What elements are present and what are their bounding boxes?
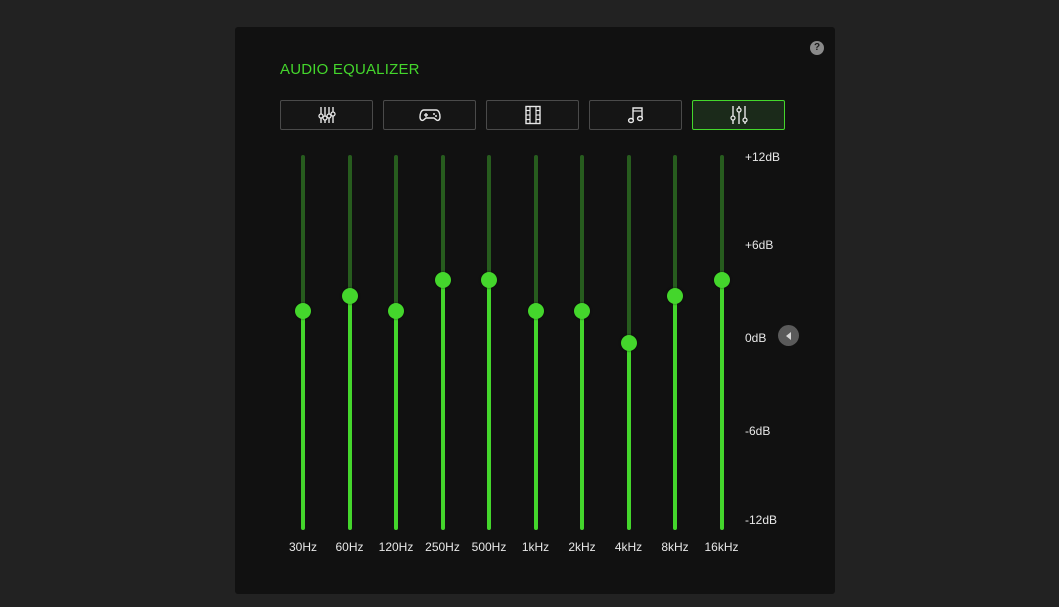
slider-knob[interactable] — [434, 272, 451, 288]
reset-to-zero-button[interactable] — [778, 325, 799, 346]
frequency-label: 8kHz — [661, 540, 689, 554]
slider-knob[interactable] — [667, 287, 683, 304]
frequency-label: 500Hz — [471, 540, 507, 554]
slider-knob[interactable] — [713, 272, 730, 288]
slider-knob[interactable] — [481, 272, 497, 288]
slider-knob[interactable] — [574, 303, 590, 320]
slider-track-upper — [626, 155, 631, 343]
slider-track-fill — [394, 311, 398, 530]
slider-knob[interactable] — [620, 334, 637, 351]
slider-track-fill — [533, 311, 538, 530]
eq-slider-250hz[interactable] — [428, 155, 458, 530]
frequency-label: 2kHz — [568, 540, 596, 554]
slider-track-fill — [580, 311, 584, 530]
triangle-left-icon — [785, 331, 791, 340]
slider-track-fill — [440, 280, 445, 530]
frequency-label: 1kHz — [521, 540, 550, 554]
slider-track-upper — [394, 155, 398, 312]
slider-knob[interactable] — [388, 303, 404, 320]
slider-track-upper — [673, 155, 677, 296]
db-label-zero: 0dB — [745, 331, 767, 345]
slider-track-upper — [301, 155, 305, 312]
db-label-minus6: -6dB — [745, 424, 771, 438]
slider-track-fill — [347, 295, 352, 530]
eq-slider-500hz[interactable] — [474, 155, 504, 530]
frequency-label: 120Hz — [378, 540, 414, 554]
slider-knob[interactable] — [341, 287, 358, 304]
slider-track-upper — [533, 155, 538, 312]
frequency-label: 4kHz — [614, 540, 643, 554]
equalizer-sliders: 30Hz 60Hz 120Hz 250Hz 500Hz 1kHz 2kHz 4kHz 8kHz 1… — [235, 27, 835, 594]
eq-slider-1khz[interactable] — [521, 155, 551, 530]
slider-track-fill — [626, 342, 631, 530]
slider-track-upper — [440, 155, 445, 280]
eq-slider-2khz[interactable] — [567, 155, 597, 530]
equalizer-panel: ? AUDIO EQUALIZER 30Hz 60Hz 120Hz 250Hz … — [235, 27, 835, 594]
frequency-label: 16kHz — [704, 540, 739, 554]
slider-track-fill — [487, 280, 491, 530]
db-label-minus12: -12dB — [745, 513, 778, 527]
slider-track-fill — [673, 295, 677, 530]
frequency-label: 60Hz — [335, 540, 364, 554]
eq-slider-30hz[interactable] — [288, 155, 318, 530]
frequency-label: 30Hz — [288, 540, 317, 554]
slider-knob[interactable] — [527, 303, 544, 320]
slider-track-fill — [301, 311, 305, 530]
eq-slider-4khz[interactable] — [614, 155, 644, 530]
frequency-label: 250Hz — [425, 540, 460, 554]
slider-track-fill — [719, 280, 724, 530]
slider-track-upper — [487, 155, 491, 280]
eq-slider-16khz[interactable] — [707, 155, 737, 530]
slider-knob[interactable] — [295, 303, 311, 320]
eq-slider-120hz[interactable] — [381, 155, 411, 530]
slider-track-upper — [580, 155, 584, 312]
slider-track-upper — [719, 155, 724, 280]
eq-slider-60hz[interactable] — [335, 155, 365, 530]
slider-track-upper — [347, 155, 352, 296]
db-label-plus6: +6dB — [745, 238, 774, 252]
eq-slider-8khz[interactable] — [660, 155, 690, 530]
db-label-plus12: +12dB — [745, 150, 781, 164]
